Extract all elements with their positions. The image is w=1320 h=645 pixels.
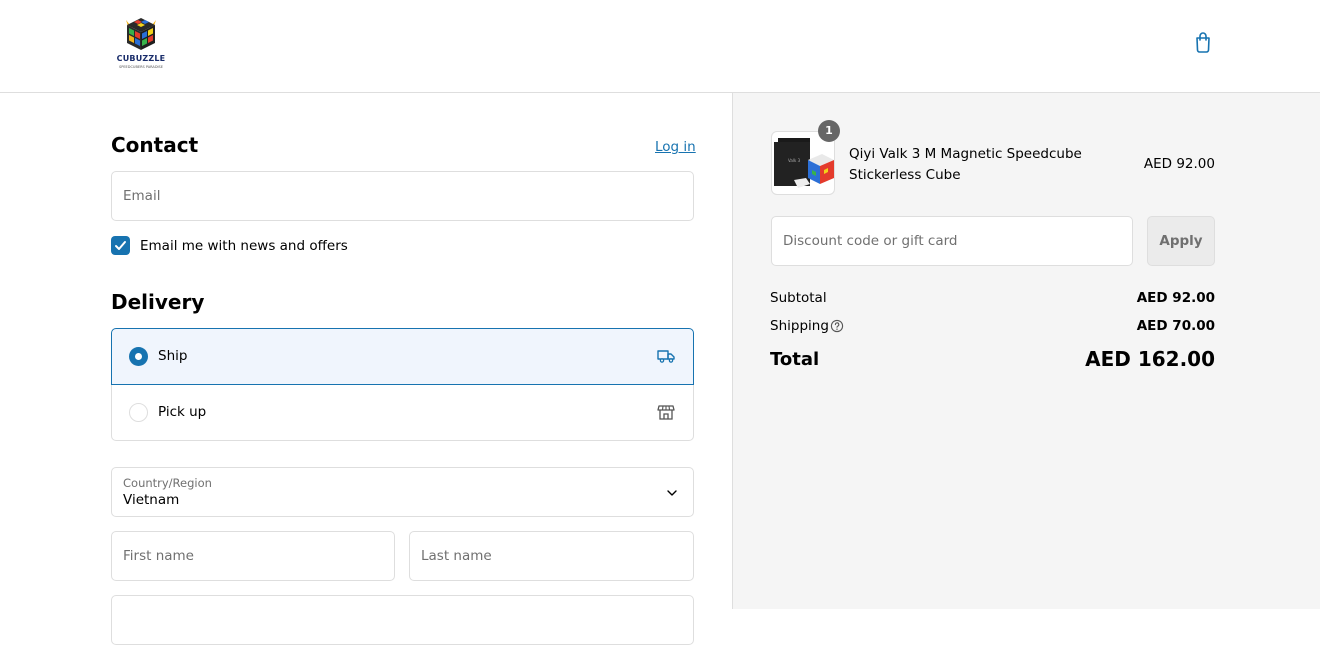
subtotal-value: AED 92.00 (1136, 290, 1215, 306)
discount-placeholder: Discount code or gift card (783, 233, 958, 249)
email-field[interactable]: Email (111, 171, 694, 221)
delivery-option-ship[interactable]: Ship (111, 328, 694, 385)
email-placeholder: Email (123, 188, 161, 204)
shopping-bag-icon[interactable] (1190, 29, 1216, 55)
contact-heading: Contact (111, 133, 199, 157)
apply-discount-button[interactable]: Apply (1147, 216, 1215, 266)
country-value: Vietnam (123, 492, 180, 508)
address-field[interactable] (111, 595, 694, 645)
delivery-heading: Delivery (111, 290, 205, 314)
product-price: AED 92.00 (1143, 156, 1215, 172)
product-name: Qiyi Valk 3 M Magnetic Speedcube Sticker… (849, 146, 1082, 183)
ship-label: Ship (158, 348, 188, 364)
newsletter-checkbox[interactable] (111, 236, 130, 255)
svg-text:Valk 3: Valk 3 (788, 158, 801, 163)
help-circle-icon[interactable] (830, 319, 844, 333)
logo-wordmark: CUBUZZLE (116, 54, 166, 63)
newsletter-label: Email me with news and offers (140, 238, 348, 254)
last-name-placeholder: Last name (421, 548, 492, 564)
store-icon (657, 405, 675, 420)
shipping-label: Shipping (770, 318, 829, 334)
subtotal-label: Subtotal (770, 290, 827, 306)
country-select[interactable]: Country/Region Vietnam (111, 467, 694, 517)
first-name-placeholder: First name (123, 548, 194, 564)
site-header: CUBUZZLE SPEEDCUBERS PARADISE (0, 0, 1320, 93)
store-logo[interactable]: CUBUZZLE SPEEDCUBERS PARADISE (110, 16, 172, 74)
delivery-option-pickup[interactable]: Pick up (111, 385, 694, 441)
checkmark-icon (115, 241, 126, 250)
pickup-label: Pick up (158, 404, 207, 420)
quantity-badge: 1 (818, 120, 840, 142)
logo-tagline: SPEEDCUBERS PARADISE (119, 65, 163, 69)
first-name-field[interactable]: First name (111, 531, 395, 581)
shipping-value: AED 70.00 (1136, 318, 1215, 334)
rubiks-cube-logo-icon (126, 18, 156, 50)
chevron-down-icon (667, 490, 677, 496)
country-label: Country/Region (123, 476, 212, 490)
last-name-field[interactable]: Last name (409, 531, 694, 581)
login-link[interactable]: Log in (655, 139, 696, 155)
total-label: Total (770, 349, 820, 370)
pickup-radio[interactable] (129, 403, 148, 422)
total-value: AED 162.00 (1085, 347, 1215, 371)
ship-radio[interactable] (129, 347, 148, 366)
discount-code-input[interactable]: Discount code or gift card (771, 216, 1133, 266)
truck-icon (657, 350, 675, 363)
